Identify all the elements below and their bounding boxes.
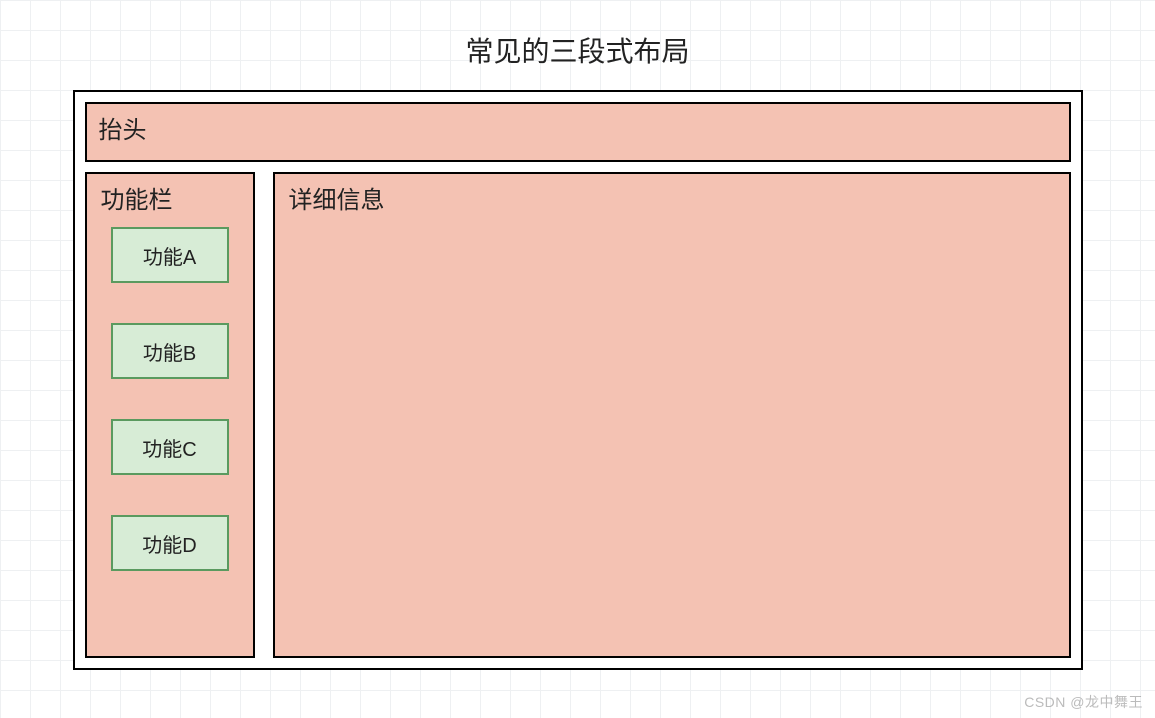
detail-title: 详细信息 xyxy=(289,187,385,214)
detail-section: 详细信息 xyxy=(273,172,1071,658)
header-section: 抬头 xyxy=(85,102,1071,162)
header-label: 抬头 xyxy=(99,117,147,144)
sidebar-item-label: 功能C xyxy=(142,433,196,462)
sidebar-item-a[interactable]: 功能A xyxy=(111,227,229,283)
sidebar-item-b[interactable]: 功能B xyxy=(111,323,229,379)
layout-container: 抬头 功能栏 功能A 功能B 功能C 功能D 详细信息 xyxy=(73,90,1083,670)
sidebar-item-label: 功能D xyxy=(142,529,196,558)
sidebar-item-c[interactable]: 功能C xyxy=(111,419,229,475)
sidebar-items: 功能A 功能B 功能C 功能D xyxy=(87,227,253,571)
sidebar-section: 功能栏 功能A 功能B 功能C 功能D xyxy=(85,172,255,658)
sidebar-item-d[interactable]: 功能D xyxy=(111,515,229,571)
sidebar-title: 功能栏 xyxy=(87,180,253,227)
sidebar-item-label: 功能B xyxy=(143,337,196,366)
page-title: 常见的三段式布局 xyxy=(0,0,1155,90)
watermark: CSDN @龙中舞王 xyxy=(1024,692,1143,712)
body-row: 功能栏 功能A 功能B 功能C 功能D 详细信息 xyxy=(85,172,1071,658)
sidebar-item-label: 功能A xyxy=(143,241,196,270)
